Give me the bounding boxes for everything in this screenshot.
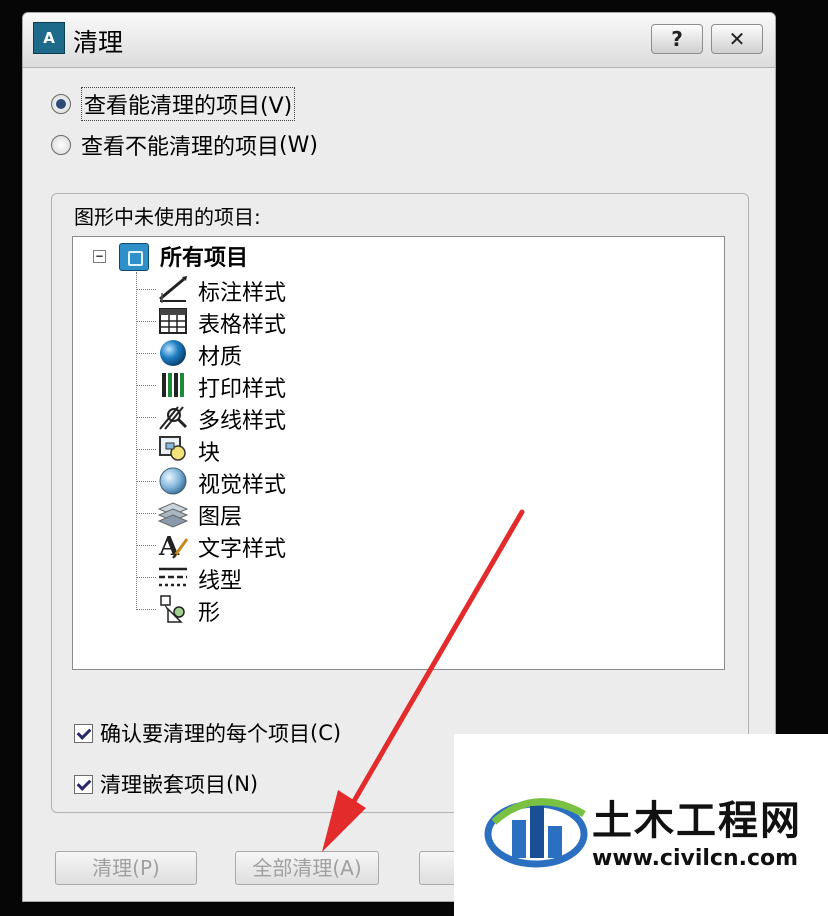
unused-items-group-label: 图形中未使用的项目: (74, 205, 261, 229)
watermark-panel: 土木工程网 www.civilcn.com (454, 734, 828, 916)
tree-item-label: 块 (198, 441, 221, 466)
plot-style-icon (162, 373, 184, 397)
tree-item-label: 材质 (198, 345, 243, 370)
tree-item-shapes[interactable]: 形 (136, 593, 436, 626)
view-purgeable-shortcut: (V) (260, 94, 293, 119)
tree-item-dimension-styles[interactable]: 标注样式 (136, 273, 436, 306)
tree-connector (136, 321, 156, 322)
tree-item-label: 视觉样式 (198, 473, 287, 498)
tree-connector (136, 353, 156, 354)
view-non-purgeable-label: 查看不能清理的项目 (81, 135, 280, 160)
view-non-purgeable-shortcut: (W) (279, 132, 318, 158)
tree-item-blocks[interactable]: 块 (136, 433, 436, 466)
linetype-icon (159, 567, 187, 587)
help-button[interactable]: ? (651, 24, 703, 54)
tree-root-all-items[interactable]: 所有项目 (160, 240, 248, 272)
tree-item-label: 线型 (198, 569, 243, 594)
title-bar[interactable]: A 清理 ? ✕ (23, 13, 775, 68)
svg-text:A: A (158, 532, 180, 561)
purge-nested-items-row[interactable]: 清理嵌套项目 (N) (74, 769, 258, 799)
confirm-each-item-shortcut: (C) (310, 721, 342, 745)
close-button[interactable]: ✕ (711, 24, 763, 54)
tree-connector (136, 577, 156, 578)
tree-connector (136, 545, 156, 546)
view-purgeable-radio[interactable] (51, 94, 71, 114)
tree-item-label: 表格样式 (198, 313, 287, 338)
tree-connector (136, 481, 156, 482)
tree-item-label: 多线样式 (198, 409, 287, 434)
tree-item-label: 打印样式 (198, 377, 287, 402)
tree-item-text-styles[interactable]: A 文字样式 (136, 529, 436, 562)
purge-button[interactable]: 清理(P) (55, 851, 197, 885)
autocad-app-icon: A (33, 22, 65, 54)
tree-item-plot-styles[interactable]: 打印样式 (136, 369, 436, 402)
tree-item-table-styles[interactable]: 表格样式 (136, 305, 436, 338)
tree-item-layers[interactable]: 图层 (136, 497, 436, 530)
unused-items-tree[interactable]: − 所有项目 标注样式 表格样式 材质 打印样式 多线样式 块 视觉样式 图层 … (72, 236, 725, 670)
purge-nested-items-checkbox[interactable] (74, 774, 93, 794)
tree-item-label: 图层 (198, 505, 243, 530)
tree-connector (136, 449, 156, 450)
material-icon (160, 340, 186, 366)
civilcn-logo-icon (484, 798, 588, 868)
layer-icon (157, 502, 189, 528)
tree-item-multiline-styles[interactable]: 多线样式 (136, 401, 436, 434)
tree-item-linetypes[interactable]: 线型 (136, 561, 436, 594)
purge-all-button[interactable]: 全部清理(A) (235, 851, 379, 885)
unused-items-group: 图形中未使用的项目: − 所有项目 标注样式 表格样式 材质 打印样式 多线样式… (51, 193, 749, 813)
dimension-style-icon (159, 276, 187, 303)
dialog-title: 清理 (73, 28, 124, 57)
watermark-site-name: 土木工程网 (592, 798, 802, 844)
confirm-each-item-row[interactable]: 确认要清理的每个项目 (C) (74, 718, 341, 748)
view-non-purgeable-radio[interactable] (51, 135, 71, 155)
confirm-each-item-label: 确认要清理的每个项目 (100, 722, 310, 746)
purge-nested-items-label: 清理嵌套项目 (100, 773, 226, 797)
tree-connector (136, 417, 156, 418)
tree-connector (136, 513, 156, 514)
multiline-style-icon (159, 406, 188, 430)
collapse-toggle-icon[interactable]: − (93, 250, 106, 263)
tree-item-label: 形 (198, 601, 221, 626)
close-icon: ✕ (728, 27, 746, 51)
tree-item-label: 标注样式 (198, 281, 287, 306)
tree-connector (136, 385, 156, 386)
text-style-icon: A (158, 532, 189, 561)
tree-connector (136, 289, 156, 290)
view-purgeable-radio-row[interactable]: 查看能清理的项目(V) (51, 87, 296, 121)
table-style-icon (159, 308, 187, 334)
block-icon (159, 436, 186, 461)
all-items-icon (119, 243, 149, 271)
visual-style-icon (159, 467, 187, 495)
view-purgeable-label: 查看能清理的项目 (84, 94, 261, 119)
tree-connector (136, 609, 156, 610)
view-purgeable-focus: 查看能清理的项目(V) (81, 87, 296, 121)
watermark-site-url: www.civilcn.com (592, 846, 799, 871)
tree-item-visual-styles[interactable]: 视觉样式 (136, 465, 436, 498)
tree-item-label: 文字样式 (198, 537, 287, 562)
tree-item-materials[interactable]: 材质 (136, 337, 436, 370)
purge-nested-items-shortcut: (N) (226, 772, 259, 796)
shape-icon (160, 595, 185, 623)
view-non-purgeable-radio-row[interactable]: 查看不能清理的项目 (W) (51, 129, 318, 161)
confirm-each-item-checkbox[interactable] (74, 723, 93, 743)
